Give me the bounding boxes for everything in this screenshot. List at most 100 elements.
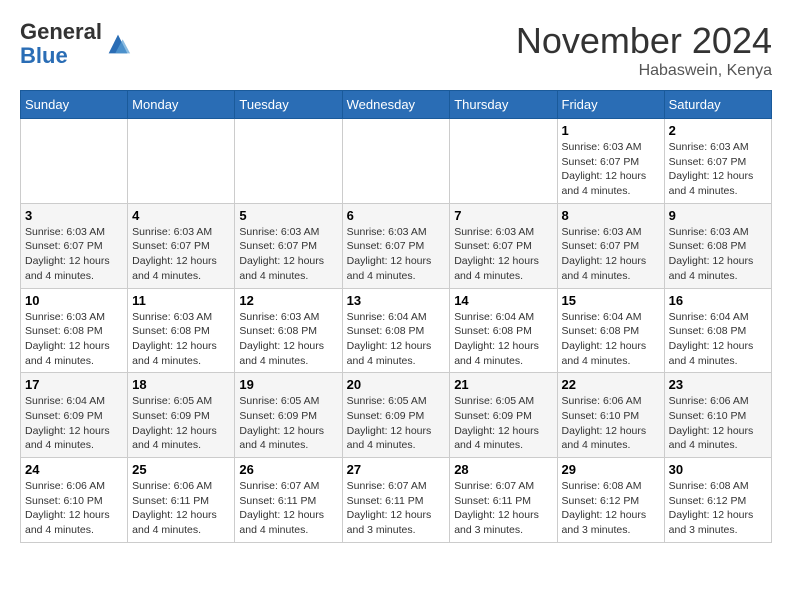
- week-row-1: 1 Sunrise: 6:03 AMSunset: 6:07 PMDaylight…: [21, 119, 772, 204]
- day-cell: [342, 119, 450, 204]
- day-number: 9: [669, 208, 767, 223]
- day-cell: 2 Sunrise: 6:03 AMSunset: 6:07 PMDaylight…: [664, 119, 771, 204]
- day-number: 13: [347, 293, 446, 308]
- col-header-wednesday: Wednesday: [342, 91, 450, 119]
- day-info: Sunrise: 6:03 AMSunset: 6:07 PMDaylight:…: [454, 225, 552, 284]
- calendar-table: SundayMondayTuesdayWednesdayThursdayFrid…: [20, 90, 772, 543]
- day-info: Sunrise: 6:06 AMSunset: 6:10 PMDaylight:…: [25, 479, 123, 538]
- day-cell: 22 Sunrise: 6:06 AMSunset: 6:10 PMDayligh…: [557, 373, 664, 458]
- day-cell: 23 Sunrise: 6:06 AMSunset: 6:10 PMDayligh…: [664, 373, 771, 458]
- day-cell: 30Sunrise: 6:08 AMSunset: 6:12 PMDayligh…: [664, 458, 771, 543]
- day-cell: 5 Sunrise: 6:03 AMSunset: 6:07 PMDaylight…: [235, 203, 342, 288]
- day-number: 10: [25, 293, 123, 308]
- day-number: 25: [132, 462, 230, 477]
- day-number: 14: [454, 293, 552, 308]
- logo-blue: Blue: [20, 43, 68, 68]
- day-number: 11: [132, 293, 230, 308]
- day-number: 3: [25, 208, 123, 223]
- day-cell: 7 Sunrise: 6:03 AMSunset: 6:07 PMDaylight…: [450, 203, 557, 288]
- day-number: 23: [669, 377, 767, 392]
- day-cell: 27Sunrise: 6:07 AMSunset: 6:11 PMDayligh…: [342, 458, 450, 543]
- day-cell: 3Sunrise: 6:03 AMSunset: 6:07 PMDaylight…: [21, 203, 128, 288]
- day-number: 16: [669, 293, 767, 308]
- day-cell: 4 Sunrise: 6:03 AMSunset: 6:07 PMDaylight…: [128, 203, 235, 288]
- day-info: Sunrise: 6:03 AMSunset: 6:07 PMDaylight:…: [669, 140, 767, 199]
- day-cell: 6 Sunrise: 6:03 AMSunset: 6:07 PMDaylight…: [342, 203, 450, 288]
- week-row-4: 17Sunrise: 6:04 AMSunset: 6:09 PMDayligh…: [21, 373, 772, 458]
- day-cell: 26 Sunrise: 6:07 AMSunset: 6:11 PMDayligh…: [235, 458, 342, 543]
- day-cell: 10 Sunrise: 6:03 AMSunset: 6:08 PMDayligh…: [21, 288, 128, 373]
- col-header-monday: Monday: [128, 91, 235, 119]
- day-cell: 15Sunrise: 6:04 AMSunset: 6:08 PMDayligh…: [557, 288, 664, 373]
- day-cell: 29Sunrise: 6:08 AMSunset: 6:12 PMDayligh…: [557, 458, 664, 543]
- day-info: Sunrise: 6:04 AMSunset: 6:08 PMDaylight:…: [562, 310, 660, 369]
- day-number: 12: [239, 293, 337, 308]
- day-info: Sunrise: 6:07 AMSunset: 6:11 PMDaylight:…: [347, 479, 446, 538]
- day-number: 18: [132, 377, 230, 392]
- day-cell: 8 Sunrise: 6:03 AMSunset: 6:07 PMDaylight…: [557, 203, 664, 288]
- day-cell: [235, 119, 342, 204]
- col-header-thursday: Thursday: [450, 91, 557, 119]
- day-number: 29: [562, 462, 660, 477]
- day-number: 1: [562, 123, 660, 138]
- day-info: Sunrise: 6:03 AMSunset: 6:08 PMDaylight:…: [25, 310, 123, 369]
- col-header-saturday: Saturday: [664, 91, 771, 119]
- day-cell: 21 Sunrise: 6:05 AMSunset: 6:09 PMDayligh…: [450, 373, 557, 458]
- day-cell: 12 Sunrise: 6:03 AMSunset: 6:08 PMDayligh…: [235, 288, 342, 373]
- day-number: 21: [454, 377, 552, 392]
- day-cell: 28 Sunrise: 6:07 AMSunset: 6:11 PMDayligh…: [450, 458, 557, 543]
- day-info: Sunrise: 6:05 AMSunset: 6:09 PMDaylight:…: [347, 394, 446, 453]
- day-number: 2: [669, 123, 767, 138]
- day-number: 5: [239, 208, 337, 223]
- title-block: November 2024 Habaswein, Kenya: [516, 20, 772, 80]
- day-info: Sunrise: 6:06 AMSunset: 6:10 PMDaylight:…: [669, 394, 767, 453]
- day-info: Sunrise: 6:04 AMSunset: 6:08 PMDaylight:…: [347, 310, 446, 369]
- day-number: 6: [347, 208, 446, 223]
- day-info: Sunrise: 6:05 AMSunset: 6:09 PMDaylight:…: [454, 394, 552, 453]
- day-info: Sunrise: 6:03 AMSunset: 6:08 PMDaylight:…: [239, 310, 337, 369]
- day-cell: 11 Sunrise: 6:03 AMSunset: 6:08 PMDayligh…: [128, 288, 235, 373]
- week-row-2: 3 Sunrise: 6:03 AMSunset: 6:07 PMDaylight…: [21, 203, 772, 288]
- day-number: 4: [132, 208, 230, 223]
- day-number: 17: [25, 377, 123, 392]
- day-info: Sunrise: 6:04 AMSunset: 6:08 PMDaylight:…: [454, 310, 552, 369]
- day-cell: 24Sunrise: 6:06 AMSunset: 6:10 PMDayligh…: [21, 458, 128, 543]
- day-number: 20: [347, 377, 446, 392]
- day-cell: 14 Sunrise: 6:04 AMSunset: 6:08 PMDayligh…: [450, 288, 557, 373]
- day-cell: [21, 119, 128, 204]
- day-number: 8: [562, 208, 660, 223]
- day-number: 19: [239, 377, 337, 392]
- day-cell: [450, 119, 557, 204]
- day-info: Sunrise: 6:03 AMSunset: 6:07 PMDaylight:…: [239, 225, 337, 284]
- day-number: 28: [454, 462, 552, 477]
- day-cell: 13 Sunrise: 6:04 AMSunset: 6:08 PMDayligh…: [342, 288, 450, 373]
- day-info: Sunrise: 6:03 AMSunset: 6:07 PMDaylight:…: [562, 140, 660, 199]
- logo-icon: [104, 30, 132, 58]
- day-number: 26: [239, 462, 337, 477]
- week-row-5: 24Sunrise: 6:06 AMSunset: 6:10 PMDayligh…: [21, 458, 772, 543]
- day-info: Sunrise: 6:03 AMSunset: 6:07 PMDaylight:…: [347, 225, 446, 284]
- day-info: Sunrise: 6:06 AMSunset: 6:10 PMDaylight:…: [562, 394, 660, 453]
- day-info: Sunrise: 6:06 AMSunset: 6:11 PMDaylight:…: [132, 479, 230, 538]
- day-info: Sunrise: 6:07 AMSunset: 6:11 PMDaylight:…: [239, 479, 337, 538]
- day-info: Sunrise: 6:03 AMSunset: 6:07 PMDaylight:…: [562, 225, 660, 284]
- day-info: Sunrise: 6:03 AMSunset: 6:07 PMDaylight:…: [132, 225, 230, 284]
- day-info: Sunrise: 6:03 AMSunset: 6:08 PMDaylight:…: [669, 225, 767, 284]
- day-cell: 19 Sunrise: 6:05 AMSunset: 6:09 PMDayligh…: [235, 373, 342, 458]
- day-cell: 20 Sunrise: 6:05 AMSunset: 6:09 PMDayligh…: [342, 373, 450, 458]
- day-info: Sunrise: 6:05 AMSunset: 6:09 PMDaylight:…: [132, 394, 230, 453]
- day-number: 22: [562, 377, 660, 392]
- logo: General Blue: [20, 20, 132, 68]
- day-number: 7: [454, 208, 552, 223]
- calendar-header: SundayMondayTuesdayWednesdayThursdayFrid…: [21, 91, 772, 119]
- day-info: Sunrise: 6:07 AMSunset: 6:11 PMDaylight:…: [454, 479, 552, 538]
- day-info: Sunrise: 6:04 AMSunset: 6:08 PMDaylight:…: [669, 310, 767, 369]
- day-cell: 9 Sunrise: 6:03 AMSunset: 6:08 PMDaylight…: [664, 203, 771, 288]
- col-header-friday: Friday: [557, 91, 664, 119]
- page-header: General Blue November 2024 Habaswein, Ke…: [20, 20, 772, 80]
- week-row-3: 10 Sunrise: 6:03 AMSunset: 6:08 PMDayligh…: [21, 288, 772, 373]
- day-cell: 17Sunrise: 6:04 AMSunset: 6:09 PMDayligh…: [21, 373, 128, 458]
- day-info: Sunrise: 6:05 AMSunset: 6:09 PMDaylight:…: [239, 394, 337, 453]
- col-header-sunday: Sunday: [21, 91, 128, 119]
- day-info: Sunrise: 6:03 AMSunset: 6:08 PMDaylight:…: [132, 310, 230, 369]
